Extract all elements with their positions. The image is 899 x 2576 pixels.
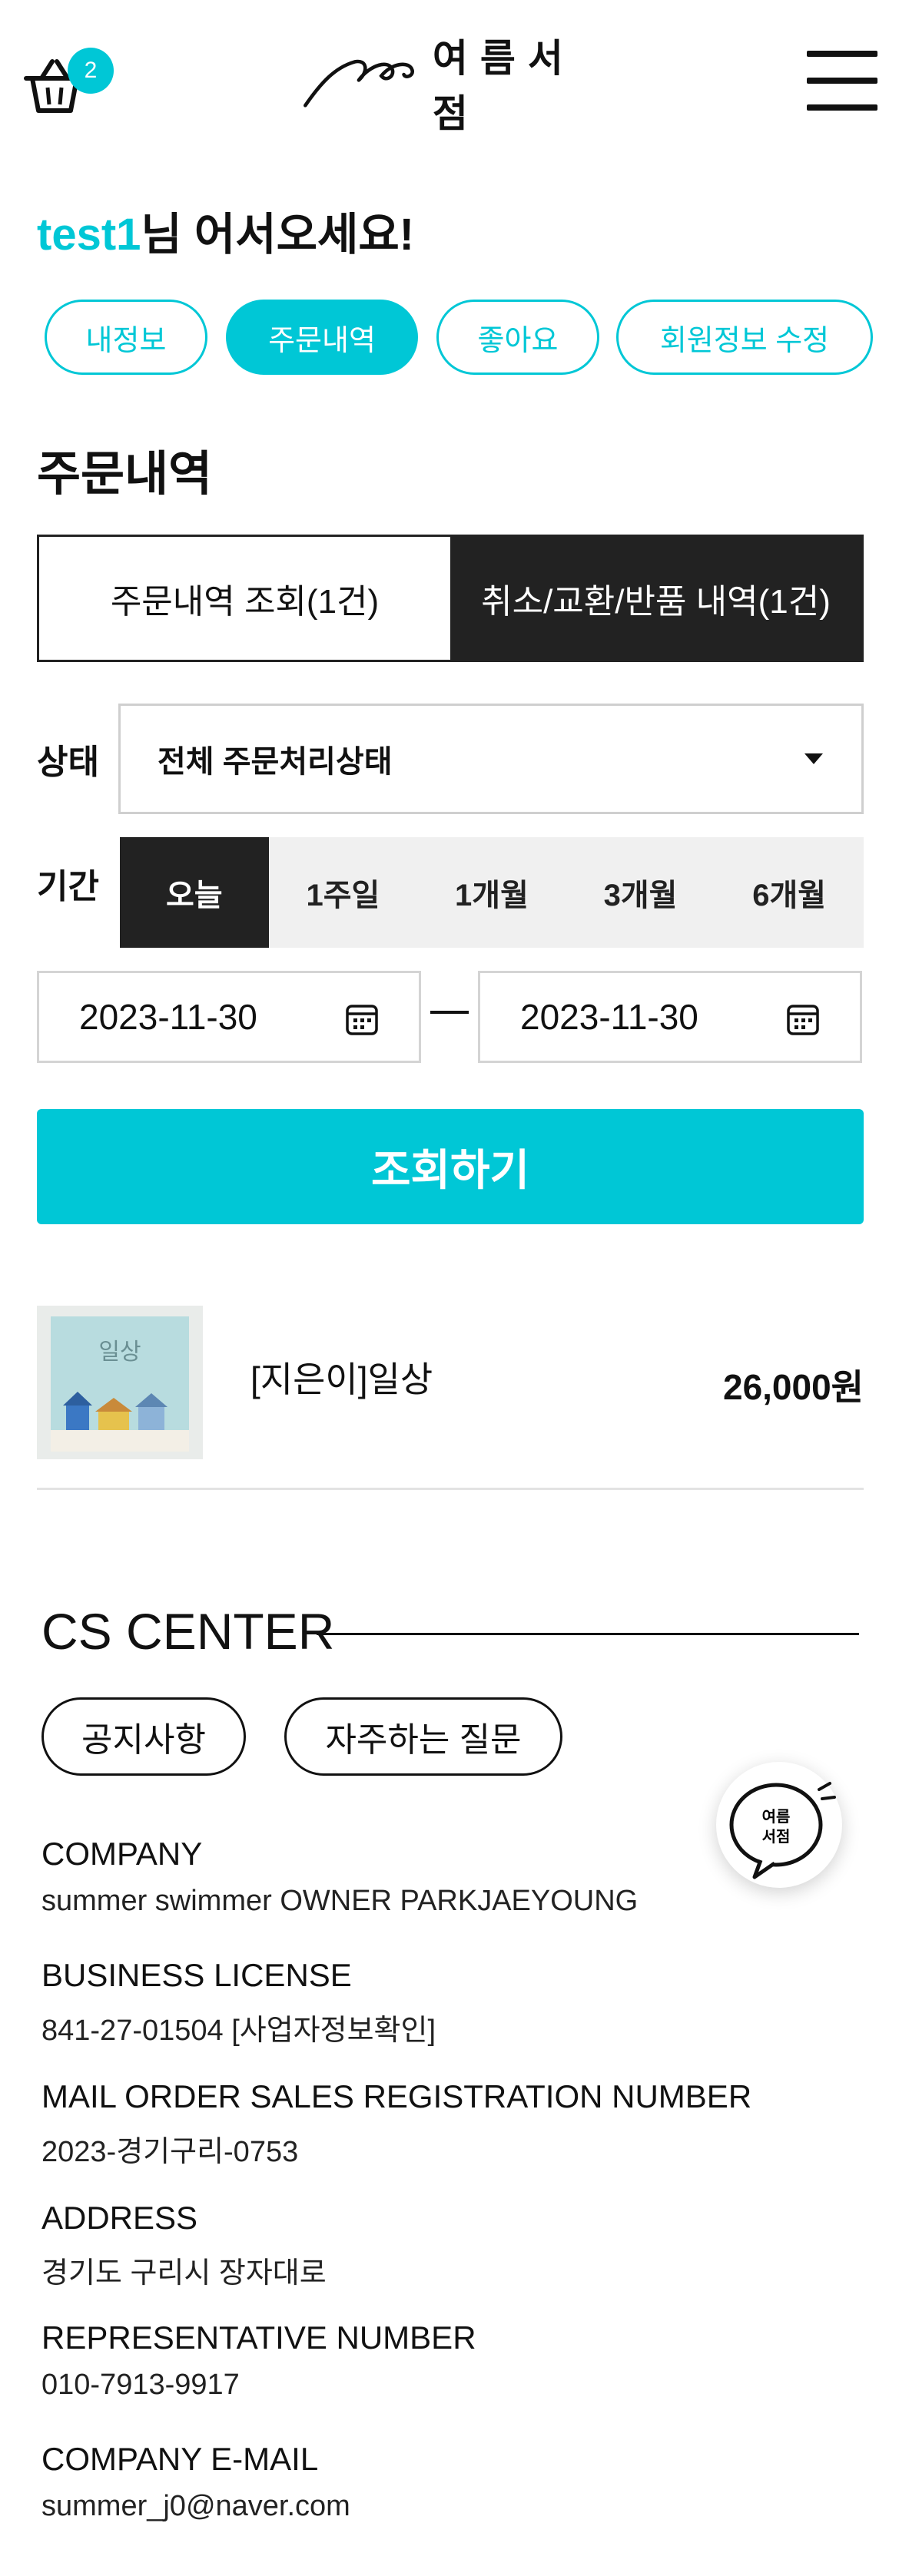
chat-bubble-button[interactable]: 여름 서점	[716, 1762, 842, 1888]
order-item-price: 26,000원	[722, 1367, 864, 1407]
period-label: 기간	[37, 868, 99, 906]
book-cover-image[interactable]: 일상	[37, 1306, 203, 1459]
book-cover-title: 일상	[98, 1339, 141, 1366]
end-date-input[interactable]: 2023-11-30	[478, 971, 862, 1063]
tab-order-history[interactable]: 주문내역	[226, 300, 418, 375]
representative-number-value: 010-7913-9917	[41, 2369, 240, 2401]
order-item-title[interactable]: [지은이]일상	[250, 1352, 433, 1402]
order-list-item[interactable]: 일상 [지은이]일상 26,000원	[37, 1306, 864, 1490]
start-date-value: 2023-11-30	[79, 997, 257, 1037]
company-email-label: COMPANY E-MAIL	[41, 2441, 319, 2477]
start-date-input[interactable]: 2023-11-30	[37, 971, 421, 1063]
logo-mark-icon	[304, 59, 414, 108]
date-range-separator	[430, 1011, 469, 1014]
period-1-month[interactable]: 1개월	[417, 837, 566, 948]
logo-text: 여름서점	[432, 35, 576, 136]
hamburger-line-icon	[807, 104, 877, 111]
speech-bubble-icon: 여름 서점	[729, 1782, 836, 1879]
site-logo[interactable]: 여름서점	[300, 35, 607, 136]
caret-down-icon	[804, 753, 823, 764]
cart-count-badge: 2	[68, 48, 114, 94]
site-header: 2 여름서점	[0, 0, 899, 161]
tab-cancel-exchange-return[interactable]: 취소/교환/반품 내역(1건)	[450, 537, 861, 660]
company-email-value: summer_j0@naver.com	[41, 2490, 350, 2522]
period-today[interactable]: 오늘	[120, 837, 269, 948]
period-6-months[interactable]: 6개월	[715, 837, 864, 948]
mail-order-label: MAIL ORDER SALES REGISTRATION NUMBER	[41, 2078, 752, 2114]
greeting: test1님 어서오세요!	[37, 198, 414, 263]
status-select-value: 전체 주문처리상태	[158, 745, 393, 779]
menu-button[interactable]	[807, 51, 877, 111]
hamburger-line-icon	[807, 78, 877, 84]
period-1-week[interactable]: 1주일	[269, 837, 418, 948]
calendar-icon	[787, 1005, 819, 1035]
greeting-message: 님 어서오세요!	[141, 210, 414, 260]
business-license-label: BUSINESS LICENSE	[41, 1957, 352, 1993]
mail-order-value: 2023-경기구리-0753	[41, 2136, 299, 2168]
company-label: COMPANY	[41, 1836, 203, 1872]
fab-text-top: 여름	[762, 1807, 791, 1826]
address-label: ADDRESS	[41, 2200, 198, 2236]
cart-button[interactable]: 2	[22, 46, 114, 115]
order-type-toggle: 주문내역 조회(1건) 취소/교환/반품 내역(1건)	[37, 535, 864, 662]
cs-title-divider	[317, 1633, 859, 1635]
tab-order-lookup[interactable]: 주문내역 조회(1건)	[39, 537, 450, 660]
status-select[interactable]: 전체 주문처리상태	[118, 704, 864, 814]
faq-button[interactable]: 자주하는 질문	[284, 1697, 562, 1776]
mypage-tabs: 내정보 주문내역 좋아요 회원정보 수정	[45, 300, 899, 375]
cs-center-title: CS CENTER	[41, 1603, 335, 1660]
book-cover-illustration: 일상	[37, 1306, 203, 1459]
period-selector: 오늘 1주일 1개월 3개월 6개월	[120, 837, 864, 948]
greeting-username: test1	[37, 210, 141, 260]
business-license-value[interactable]: 841-27-01504 [사업자정보확인]	[41, 2006, 436, 2048]
fab-text-bottom: 서점	[762, 1827, 791, 1846]
period-3-months[interactable]: 3개월	[566, 837, 715, 948]
tab-edit-profile[interactable]: 회원정보 수정	[616, 300, 873, 375]
tab-likes[interactable]: 좋아요	[436, 300, 599, 375]
page-title: 주문내역	[37, 448, 213, 501]
company-value: summer swimmer OWNER PARKJAEYOUNG	[41, 1885, 639, 1917]
status-label: 상태	[37, 743, 99, 781]
hamburger-line-icon	[807, 51, 877, 57]
tab-my-info[interactable]: 내정보	[45, 300, 207, 375]
notice-button[interactable]: 공지사항	[41, 1697, 246, 1776]
search-button[interactable]: 조회하기	[37, 1109, 864, 1224]
calendar-icon	[346, 1005, 378, 1035]
end-date-value: 2023-11-30	[520, 997, 698, 1037]
representative-number-label: REPRESENTATIVE NUMBER	[41, 2319, 476, 2356]
address-value: 경기도 구리시 장자대로	[41, 2257, 327, 2290]
